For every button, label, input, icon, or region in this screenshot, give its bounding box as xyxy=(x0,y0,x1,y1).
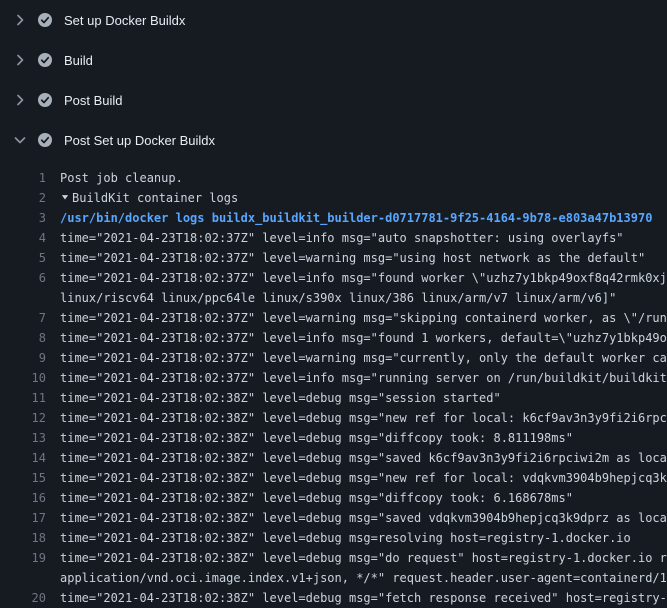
line-number[interactable]: 15 xyxy=(0,468,46,488)
line-number[interactable]: 9 xyxy=(0,348,46,368)
log-text: time="2021-04-23T18:02:38Z" level=debug … xyxy=(60,388,501,408)
line-number[interactable]: 4 xyxy=(0,228,46,248)
log-line: 16 time="2021-04-23T18:02:38Z" level=debu… xyxy=(0,488,667,508)
line-number[interactable]: 7 xyxy=(0,308,46,328)
line-number[interactable]: 5 xyxy=(0,248,46,268)
log-text: linux/riscv64 linux/ppc64le linux/s390x … xyxy=(60,288,616,308)
check-circle-icon xyxy=(37,132,53,148)
log-container: 1 Post job cleanup. 2 BuildKit container lo… xyxy=(0,160,667,608)
log-text: time="2021-04-23T18:02:37Z" level=warnin… xyxy=(60,348,667,368)
log-text: time="2021-04-23T18:02:38Z" level=debug … xyxy=(60,548,667,568)
log-text: Post job cleanup. xyxy=(60,168,183,188)
log-text: time="2021-04-23T18:02:37Z" level=warnin… xyxy=(60,308,667,328)
line-number[interactable]: 11 xyxy=(0,388,46,408)
log-line: 18 time="2021-04-23T18:02:38Z" level=debu… xyxy=(0,528,667,548)
log-group-toggle[interactable]: BuildKit container logs xyxy=(60,188,238,208)
step-label: Post Build xyxy=(64,93,123,108)
line-number[interactable]: 10 xyxy=(0,368,46,388)
log-line: linux/riscv64 linux/ppc64le linux/s390x … xyxy=(0,288,667,308)
log-line: 4 time="2021-04-23T18:02:37Z" level=info … xyxy=(0,228,667,248)
line-number[interactable] xyxy=(0,568,46,588)
line-number[interactable]: 3 xyxy=(0,208,46,228)
log-line: 6 time="2021-04-23T18:02:37Z" level=info … xyxy=(0,268,667,288)
log-text: time="2021-04-23T18:02:38Z" level=debug … xyxy=(60,428,573,448)
log-line: 5 time="2021-04-23T18:02:37Z" level=warni… xyxy=(0,248,667,268)
line-number[interactable]: 13 xyxy=(0,428,46,448)
step-label: Set up Docker Buildx xyxy=(64,13,185,28)
workflow-log-viewer: Set up Docker Buildx Build Post Build Post … xyxy=(0,0,667,600)
line-number[interactable]: 18 xyxy=(0,528,46,548)
check-circle-icon xyxy=(37,52,53,68)
log-text: time="2021-04-23T18:02:37Z" level=info m… xyxy=(60,328,667,348)
line-number[interactable]: 1 xyxy=(0,168,46,188)
line-number[interactable]: 19 xyxy=(0,548,46,568)
triangle-down-icon xyxy=(60,188,72,208)
log-line: 14 time="2021-04-23T18:02:38Z" level=debu… xyxy=(0,448,667,468)
step-header-build[interactable]: Build xyxy=(0,40,667,80)
log-command-text: /usr/bin/docker logs buildx_buildkit_bui… xyxy=(60,208,652,228)
log-line: 17 time="2021-04-23T18:02:38Z" level=debu… xyxy=(0,508,667,528)
log-line: 1 Post job cleanup. xyxy=(0,168,667,188)
log-line: 7 time="2021-04-23T18:02:37Z" level=warni… xyxy=(0,308,667,328)
log-line: 13 time="2021-04-23T18:02:38Z" level=debu… xyxy=(0,428,667,448)
log-line: 12 time="2021-04-23T18:02:38Z" level=debu… xyxy=(0,408,667,428)
log-text: time="2021-04-23T18:02:37Z" level=info m… xyxy=(60,268,667,288)
check-circle-icon xyxy=(37,92,53,108)
line-number[interactable]: 12 xyxy=(0,408,46,428)
line-number[interactable] xyxy=(0,288,46,308)
step-header-set-up-docker-buildx[interactable]: Set up Docker Buildx xyxy=(0,0,667,40)
log-line: application/vnd.oci.image.index.v1+json,… xyxy=(0,568,667,588)
line-number[interactable]: 20 xyxy=(0,588,46,608)
check-circle-icon xyxy=(37,12,53,28)
log-line: 8 time="2021-04-23T18:02:37Z" level=info … xyxy=(0,328,667,348)
log-line: 10 time="2021-04-23T18:02:37Z" level=info… xyxy=(0,368,667,388)
line-number[interactable]: 8 xyxy=(0,328,46,348)
line-number[interactable]: 14 xyxy=(0,448,46,468)
step-label: Build xyxy=(64,53,93,68)
log-group-label: BuildKit container logs xyxy=(72,191,238,205)
log-line: 9 time="2021-04-23T18:02:37Z" level=warni… xyxy=(0,348,667,368)
log-text: application/vnd.oci.image.index.v1+json,… xyxy=(60,568,667,588)
log-text: time="2021-04-23T18:02:37Z" level=info m… xyxy=(60,368,667,388)
chevron-right-icon xyxy=(12,92,28,108)
log-text: time="2021-04-23T18:02:38Z" level=debug … xyxy=(60,468,667,488)
log-line: 19 time="2021-04-23T18:02:38Z" level=debu… xyxy=(0,548,667,568)
chevron-right-icon xyxy=(12,12,28,28)
log-text: time="2021-04-23T18:02:38Z" level=debug … xyxy=(60,588,667,608)
log-line: 20 time="2021-04-23T18:02:38Z" level=debu… xyxy=(0,588,667,608)
step-label: Post Set up Docker Buildx xyxy=(64,133,215,148)
chevron-down-icon xyxy=(12,132,28,148)
log-line: 2 BuildKit container logs xyxy=(0,188,667,208)
line-number[interactable]: 16 xyxy=(0,488,46,508)
log-text: time="2021-04-23T18:02:38Z" level=debug … xyxy=(60,528,631,548)
log-text: time="2021-04-23T18:02:38Z" level=debug … xyxy=(60,448,667,468)
step-header-post-set-up-docker-buildx[interactable]: Post Set up Docker Buildx xyxy=(0,120,667,160)
log-text: time="2021-04-23T18:02:38Z" level=debug … xyxy=(60,508,667,528)
line-number[interactable]: 17 xyxy=(0,508,46,528)
log-text: time="2021-04-23T18:02:38Z" level=debug … xyxy=(60,488,573,508)
log-line: 15 time="2021-04-23T18:02:38Z" level=debu… xyxy=(0,468,667,488)
line-number[interactable]: 2 xyxy=(0,188,46,208)
chevron-right-icon xyxy=(12,52,28,68)
log-line: 3/usr/bin/docker logs buildx_buildkit_bu… xyxy=(0,208,667,228)
step-header-post-build[interactable]: Post Build xyxy=(0,80,667,120)
step-list: Set up Docker Buildx Build Post Build Post … xyxy=(0,0,667,160)
log-text: time="2021-04-23T18:02:37Z" level=warnin… xyxy=(60,248,645,268)
log-text: time="2021-04-23T18:02:38Z" level=debug … xyxy=(60,408,667,428)
log-text: time="2021-04-23T18:02:37Z" level=info m… xyxy=(60,228,624,248)
log-line: 11 time="2021-04-23T18:02:38Z" level=debu… xyxy=(0,388,667,408)
line-number[interactable]: 6 xyxy=(0,268,46,288)
